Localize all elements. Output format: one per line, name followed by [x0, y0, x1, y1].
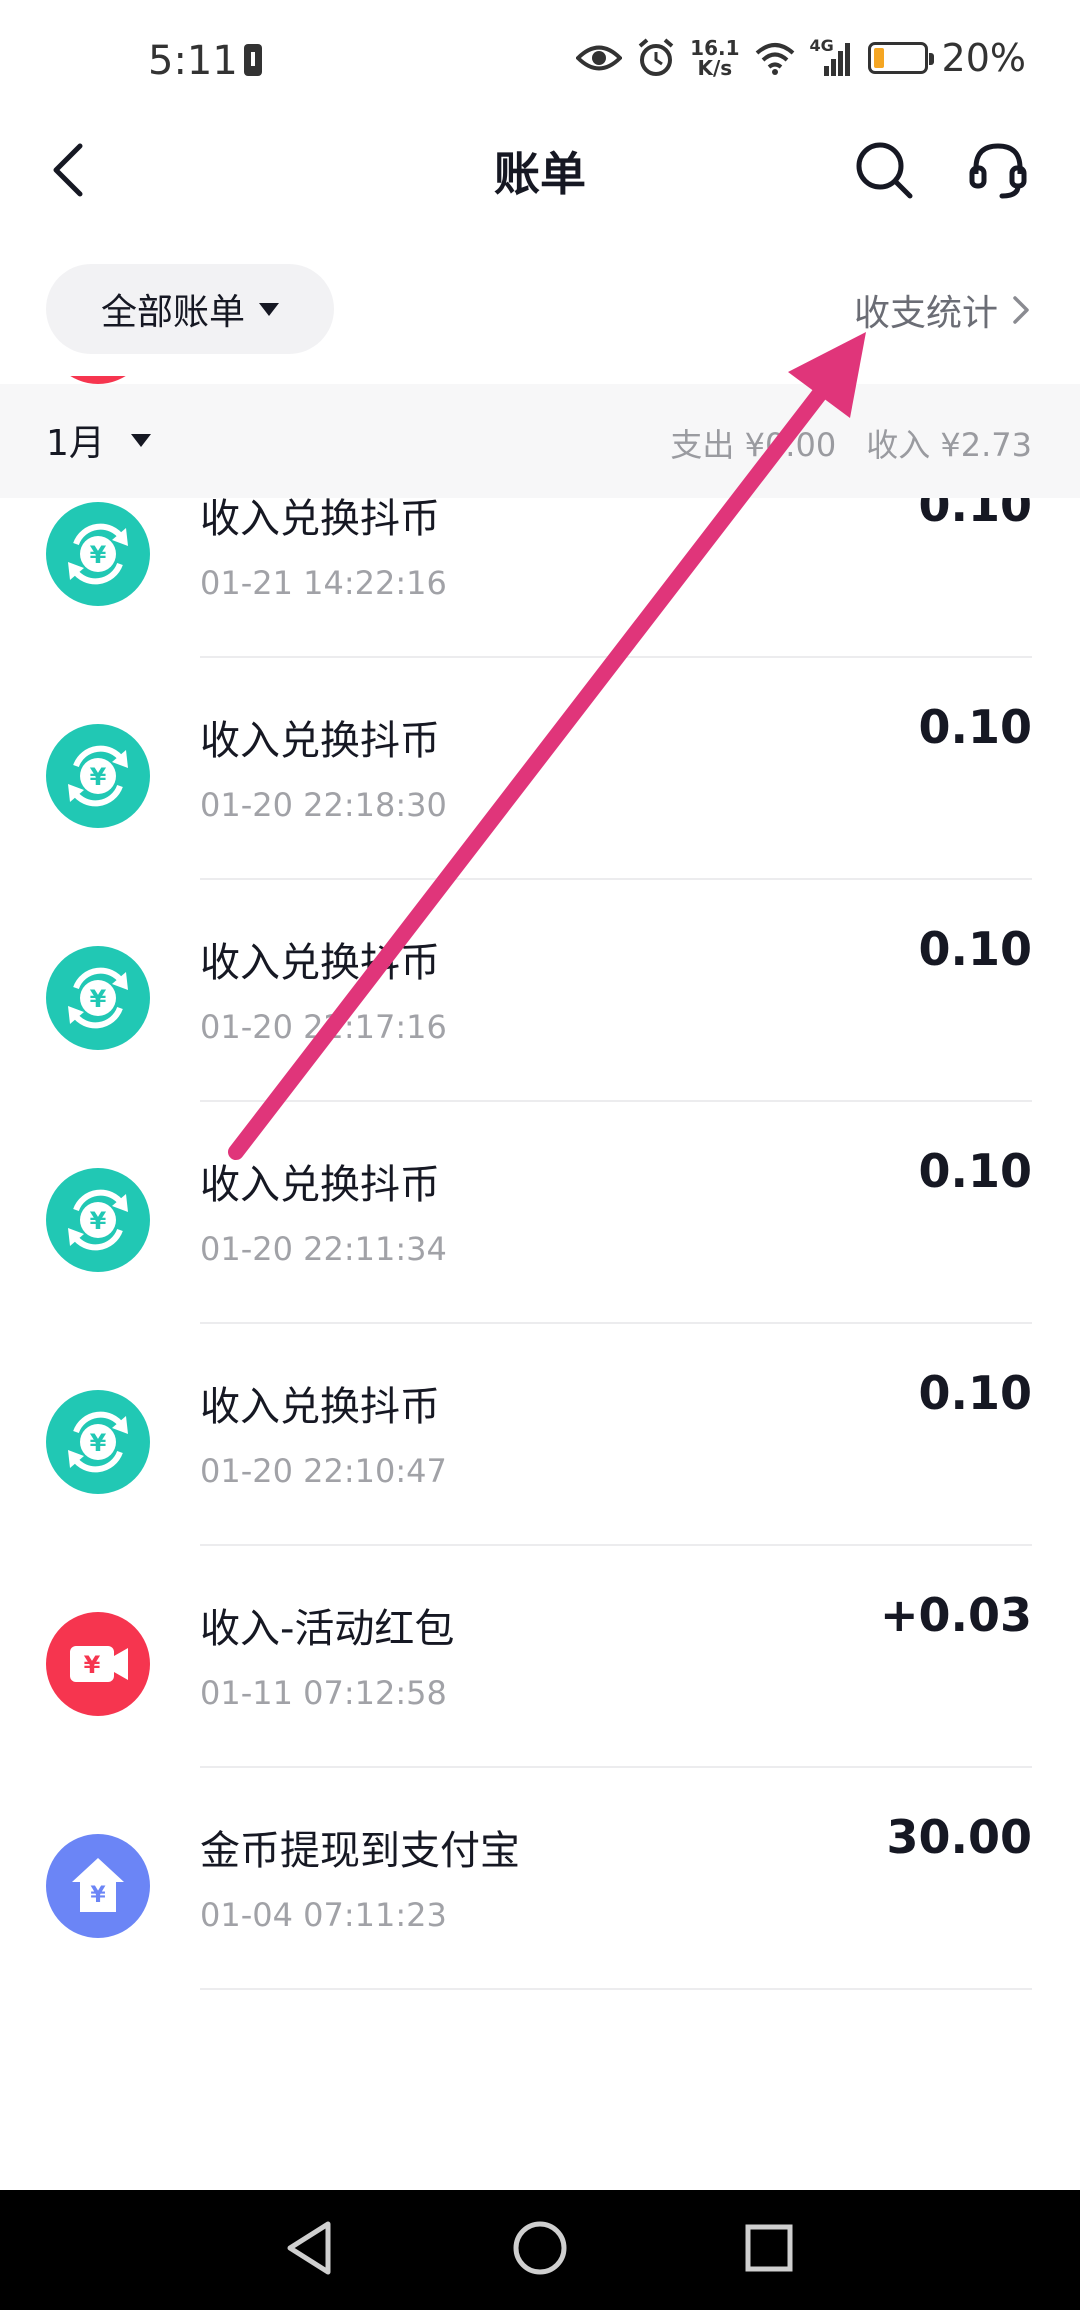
transaction-amount: 30.00	[886, 1810, 1032, 1864]
customer-service-icon[interactable]	[966, 138, 1030, 202]
battery-percent: 20%	[941, 36, 1026, 80]
transaction-list[interactable]: ¥01-21 14:23:45 ¥ 收入兑换抖币 01-21 14:22:16 0.10…	[0, 376, 1080, 2190]
net-speed-value: 16.1	[690, 36, 740, 60]
transaction-time: 01-20 22:18:30	[200, 786, 447, 824]
transaction-row[interactable]: ¥ 收入兑换抖币 01-20 22:17:16 0.10	[0, 880, 1080, 1102]
system-nav-bar	[0, 2190, 1080, 2310]
net-speed-unit: K/s	[697, 56, 733, 80]
transaction-time: 01-20 22:17:16	[200, 1008, 447, 1046]
status-icons: 16.1 K/s 4G 20%	[576, 30, 1026, 86]
svg-text:¥: ¥	[90, 985, 107, 1013]
eye-icon	[576, 45, 623, 71]
withdraw-house-icon: ¥	[46, 1834, 150, 1938]
transaction-title: 收入兑换抖币	[200, 1162, 440, 1208]
transaction-title: 收入兑换抖币	[200, 1384, 440, 1430]
nav-header: 账单	[0, 120, 1080, 220]
battery-fill	[873, 48, 884, 68]
search-icon[interactable]	[852, 138, 916, 202]
transaction-time: 01-21 14:22:16	[200, 564, 447, 602]
signal-icon: 4G	[810, 36, 854, 76]
nav-back-triangle-icon[interactable]	[282, 2218, 336, 2278]
svg-text:¥: ¥	[90, 1429, 107, 1457]
transaction-row[interactable]: ¥ 收入兑换抖币 01-20 22:18:30 0.10	[0, 658, 1080, 880]
transaction-amount: 0.10	[918, 922, 1033, 976]
transaction-time: 01-20 22:10:47	[200, 1452, 447, 1490]
chevron-right-icon	[1013, 296, 1029, 324]
transaction-title: 收入-活动红包	[200, 1606, 455, 1652]
svg-text:¥: ¥	[84, 1651, 101, 1679]
month-selector[interactable]: 1月	[46, 414, 151, 466]
bill-filter-dropdown[interactable]: 全部账单	[46, 264, 334, 354]
yuan-exchange-icon: ¥	[46, 724, 150, 828]
yuan-exchange-icon: ¥	[46, 502, 150, 606]
row-divider	[200, 1988, 1032, 1990]
alarm-icon	[638, 38, 674, 76]
svg-text:¥: ¥	[90, 763, 107, 791]
month-expense: 支出 ¥0.00	[670, 426, 837, 464]
page-title: 账单	[494, 147, 586, 201]
status-time: 5:11	[148, 38, 238, 84]
wifi-icon	[755, 43, 794, 75]
battery-icon	[867, 42, 934, 74]
transaction-time: 01-20 22:11:34	[200, 1230, 447, 1268]
bill-filter-label: 全部账单	[100, 292, 245, 333]
yuan-exchange-icon: ¥	[46, 946, 150, 1050]
transaction-row[interactable]: ¥ 收入兑换抖币 01-20 22:11:34 0.10	[0, 1102, 1080, 1324]
transaction-row[interactable]: ¥ 收入-活动红包 01-11 07:12:58 +0.03	[0, 1546, 1080, 1768]
transaction-amount: +0.03	[879, 1588, 1032, 1642]
transaction-time: 01-04 07:11:23	[200, 1896, 447, 1934]
yuan-exchange-icon: ¥	[46, 1168, 150, 1272]
svg-text:¥: ¥	[90, 541, 107, 569]
month-bar: 1月 支出 ¥0.00 收入 ¥2.73	[0, 384, 1080, 498]
red-envelope-video-icon: ¥	[46, 376, 150, 384]
transaction-amount: 0.10	[918, 700, 1033, 754]
red-envelope-video-icon: ¥	[46, 1612, 150, 1716]
month-label: 1月	[46, 423, 105, 464]
svg-text:¥: ¥	[90, 1883, 106, 1908]
caret-down-icon	[259, 302, 279, 316]
nav-home-circle-icon[interactable]	[510, 2218, 570, 2278]
transaction-title: 收入兑换抖币	[200, 718, 440, 764]
transaction-amount: 0.10	[918, 1144, 1033, 1198]
transaction-row[interactable]: ¥ 收入兑换抖币 01-20 22:10:47 0.10	[0, 1324, 1080, 1546]
transaction-row[interactable]: ¥ 金币提现到支付宝 01-04 07:11:23 30.00	[0, 1768, 1080, 1990]
svg-text:¥: ¥	[90, 1207, 107, 1235]
yuan-exchange-icon: ¥	[46, 1390, 150, 1494]
transaction-time: 01-21 14:23:45	[200, 376, 447, 380]
transaction-title: 收入兑换抖币	[200, 940, 440, 986]
stats-link[interactable]: 收支统计	[854, 284, 1030, 336]
month-summary: 支出 ¥0.00 收入 ¥2.73	[670, 420, 1032, 466]
status-bar: 5:11 16.1 K/s 4G 20%	[0, 0, 1080, 130]
battery-saver-icon	[244, 44, 262, 76]
transaction-time: 01-11 07:12:58	[200, 1674, 447, 1712]
stats-link-label: 收支统计	[853, 293, 998, 334]
month-income: 收入 ¥2.73	[866, 426, 1032, 464]
transaction-amount: 0.10	[918, 1366, 1033, 1420]
transaction-title: 金币提现到支付宝	[200, 1828, 520, 1874]
net-speed: 16.1 K/s	[690, 38, 739, 78]
caret-down-icon	[130, 433, 151, 447]
nav-recents-square-icon[interactable]	[742, 2218, 796, 2278]
